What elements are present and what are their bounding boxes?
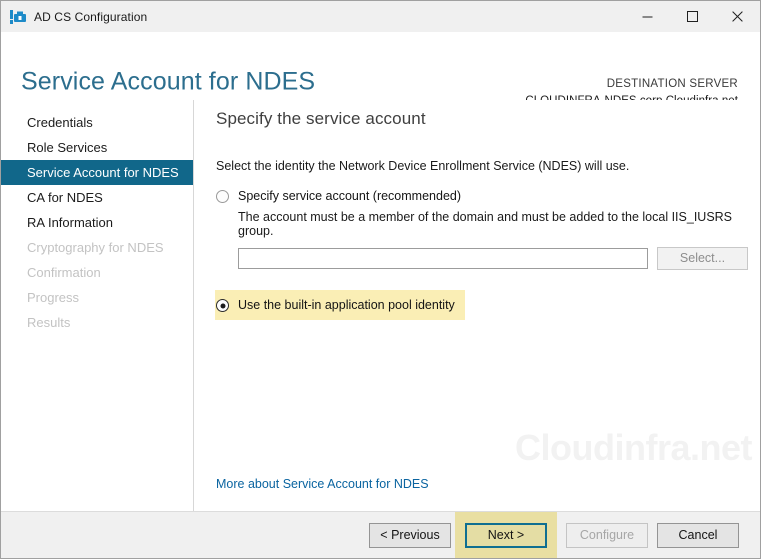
configure-button: Configure: [566, 522, 648, 548]
sidebar-item-label: Results: [27, 315, 71, 330]
content-intro-text: Select the identity the Network Device E…: [216, 159, 630, 173]
content-heading: Specify the service account: [216, 109, 426, 128]
destination-server-label: DESTINATION SERVER: [606, 78, 738, 90]
adcs-configuration-window: AD CS Configuration Service Account for …: [0, 0, 761, 559]
previous-button[interactable]: < Previous: [369, 522, 451, 548]
radio-label-builtin-app-pool-identity: Use the built-in application pool identi…: [238, 298, 455, 312]
sidebar-item-progress: Progress: [1, 285, 193, 310]
sidebar-item-label: Role Services: [27, 140, 108, 155]
wizard-header: Service Account for NDES DESTINATION SER…: [1, 32, 760, 107]
sidebar-item-credentials[interactable]: Credentials: [1, 110, 193, 135]
sidebar-item-results: Results: [1, 310, 193, 335]
window-titlebar: AD CS Configuration: [1, 1, 760, 32]
sidebar-item-role-services[interactable]: Role Services: [1, 135, 193, 160]
sidebar-item-ra-information[interactable]: RA Information: [1, 210, 193, 235]
select-account-button[interactable]: Select...: [657, 247, 748, 270]
window-controls: [625, 1, 760, 32]
service-account-hint-text: The account must be a member of the doma…: [238, 210, 733, 238]
wizard-footer: < Previous Next > Configure Cancel: [1, 511, 760, 558]
maximize-button[interactable]: [670, 1, 715, 32]
sidebar-item-cryptography-for-ndes: Cryptography for NDES: [1, 235, 193, 260]
service-account-input[interactable]: [238, 248, 648, 269]
wizard-content: Specify the service account Select the i…: [194, 100, 760, 511]
server-manager-icon: [10, 9, 26, 25]
wizard-sidebar: Credentials Role Services Service Accoun…: [1, 100, 194, 511]
sidebar-item-label: Progress: [27, 290, 80, 305]
radio-label-specify-service-account: Specify service account (recommended): [238, 189, 462, 203]
sidebar-item-confirmation: Confirmation: [1, 260, 193, 285]
window-title: AD CS Configuration: [34, 9, 148, 24]
cancel-button[interactable]: Cancel: [657, 522, 739, 548]
radio-unchecked-icon[interactable]: [216, 190, 229, 203]
radio-option-specify-service-account[interactable]: Specify service account (recommended): [216, 189, 760, 203]
more-about-link[interactable]: More about Service Account for NDES: [216, 477, 429, 491]
wizard-body: Credentials Role Services Service Accoun…: [1, 100, 760, 511]
sidebar-item-service-account-for-ndes[interactable]: Service Account for NDES: [1, 160, 193, 185]
sidebar-item-label: Service Account for NDES: [27, 165, 179, 180]
next-button[interactable]: Next >: [465, 522, 547, 548]
sidebar-item-label: RA Information: [27, 215, 113, 230]
sidebar-item-label: CA for NDES: [27, 190, 103, 205]
radio-checked-icon[interactable]: [216, 299, 229, 312]
next-button-highlight: Next >: [455, 511, 557, 558]
radio-option-builtin-app-pool-identity[interactable]: Use the built-in application pool identi…: [215, 290, 465, 320]
service-account-field-row: Select...: [238, 247, 760, 270]
close-button[interactable]: [715, 1, 760, 32]
page-title: Service Account for NDES: [21, 67, 316, 96]
sidebar-item-ca-for-ndes[interactable]: CA for NDES: [1, 185, 193, 210]
sidebar-item-label: Credentials: [27, 115, 93, 130]
sidebar-item-label: Cryptography for NDES: [27, 240, 164, 255]
minimize-button[interactable]: [625, 1, 670, 32]
sidebar-item-label: Confirmation: [27, 265, 101, 280]
